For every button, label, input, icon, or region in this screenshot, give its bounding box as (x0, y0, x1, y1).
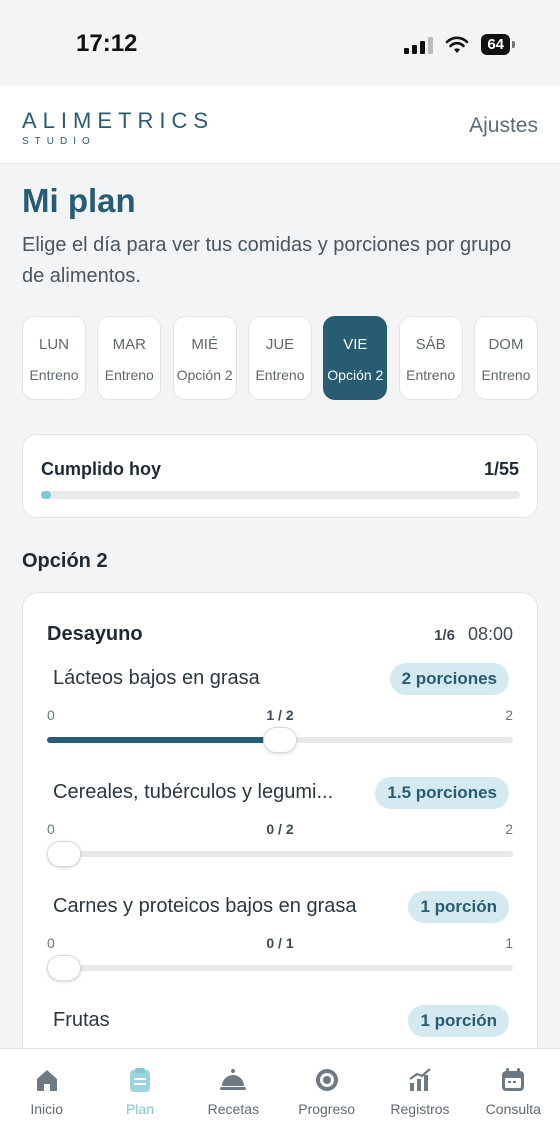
portion-slider[interactable] (47, 841, 513, 867)
home-icon (36, 1070, 57, 1091)
food-group-name: Frutas (53, 1009, 110, 1031)
clipboard-icon (129, 1068, 150, 1092)
tab-label: Recetas (207, 1101, 259, 1117)
day-label: Entreno (29, 367, 79, 383)
brand-logo: ALIMETRICS STUDIO (22, 108, 214, 147)
brand-subtitle: STUDIO (22, 136, 96, 147)
slider-thumb[interactable] (47, 841, 81, 867)
tab-consulta[interactable]: Consulta (467, 1049, 560, 1133)
status-time: 17:12 (76, 30, 138, 57)
day-name: MAR (112, 336, 146, 353)
day-label: Opción 2 (327, 367, 384, 383)
bottom-tab-bar: Inicio Plan Recetas Progreso Registros C… (0, 1048, 560, 1133)
day-label: Entreno (104, 367, 154, 383)
day-label: Opción 2 (176, 367, 233, 383)
tab-progreso[interactable]: Progreso (280, 1049, 373, 1133)
portion-slider[interactable] (47, 727, 513, 753)
day-chip-vie[interactable]: VIE Opción 2 (323, 316, 388, 400)
target-icon (315, 1069, 338, 1091)
app-header: ALIMETRICS STUDIO Ajustes (0, 86, 560, 164)
tab-registros[interactable]: Registros (373, 1049, 466, 1133)
chart-icon (409, 1068, 431, 1091)
food-group-row: Carnes y proteicos bajos en grasa 1 porc… (47, 891, 513, 1009)
portion-badge: 1 porción (408, 1005, 509, 1037)
tab-label: Plan (125, 1101, 154, 1117)
portion-badge: 2 porciones (389, 663, 509, 695)
day-chip-lun[interactable]: LUN Entreno (22, 316, 86, 400)
tab-label: Consulta (485, 1101, 541, 1117)
food-group-row: Cereales, tubérculos y legumi... 1.5 por… (47, 777, 513, 895)
meal-time: 08:00 (467, 624, 513, 644)
day-name: LUN (38, 336, 69, 353)
slider-max-label: 2 (505, 821, 513, 837)
day-name: MIÉ (191, 336, 218, 353)
portion-badge: 1 porción (408, 891, 509, 923)
slider-current-value: 0 / 2 (266, 821, 294, 837)
portion-slider[interactable] (47, 955, 513, 981)
day-chip-sab[interactable]: SÁB Entreno (398, 316, 463, 400)
progress-bar (41, 491, 520, 499)
slider-max-label: 2 (505, 707, 513, 723)
day-selector: LUN Entreno MAR Entreno MIÉ Opción 2 JUE… (22, 316, 538, 400)
day-name: VIE (343, 336, 368, 353)
slider-current-value: 1 / 2 (266, 707, 294, 723)
page-title: Mi plan (22, 182, 136, 219)
progress-count: 1/55 (483, 459, 519, 479)
day-chip-mar[interactable]: MAR Entreno (97, 316, 162, 400)
food-group-name: Lácteos bajos en grasa (53, 667, 260, 689)
food-group-name: Cereales, tubérculos y legumi... (53, 781, 334, 803)
meal-name: Desayuno (47, 623, 143, 645)
slider-max-label: 1 (505, 935, 513, 951)
food-group-name: Carnes y proteicos bajos en grasa (53, 895, 357, 917)
day-label: Entreno (481, 367, 531, 383)
status-bar: 17:12 64 (0, 0, 560, 86)
status-icons: 64 (404, 34, 515, 55)
calendar-icon (502, 1068, 525, 1091)
day-chip-dom[interactable]: DOM Entreno (473, 316, 538, 400)
wifi-icon (446, 36, 469, 53)
battery-icon: 64 (481, 34, 515, 55)
slider-fill (47, 737, 280, 743)
progress-label: Cumplido hoy (41, 459, 161, 479)
day-label: Entreno (406, 367, 456, 383)
day-name: DOM (488, 336, 524, 353)
progress-bar-fill (41, 491, 51, 499)
day-label: Entreno (255, 367, 305, 383)
slider-current-value: 0 / 1 (266, 935, 294, 951)
day-chip-jue[interactable]: JUE Entreno (247, 316, 312, 400)
day-name: JUE (265, 336, 295, 353)
tab-label: Registros (390, 1101, 450, 1117)
cellular-signal-icon (404, 36, 434, 54)
page-subtitle: Elige el día para ver tus comidas y porc… (22, 234, 512, 287)
settings-link[interactable]: Ajustes (469, 114, 538, 138)
tab-label: Progreso (298, 1101, 356, 1117)
cloche-icon (220, 1069, 247, 1090)
day-chip-mie[interactable]: MIÉ Opción 2 (172, 316, 237, 400)
section-title: Opción 2 (22, 550, 108, 572)
brand-name: ALIMETRICS (22, 108, 215, 133)
portion-badge: 1.5 porciones (375, 777, 509, 809)
tab-plan[interactable]: Plan (93, 1049, 186, 1133)
tab-label: Inicio (30, 1101, 63, 1117)
daily-progress-card: Cumplido hoy 1/55 (22, 434, 538, 518)
slider-thumb[interactable] (47, 955, 81, 981)
meal-count: 1/6 (434, 627, 455, 644)
tab-inicio[interactable]: Inicio (0, 1049, 93, 1133)
tab-recetas[interactable]: Recetas (187, 1049, 280, 1133)
slider-thumb[interactable] (263, 727, 297, 753)
day-name: SÁB (415, 336, 446, 353)
food-group-row: Lácteos bajos en grasa 2 porciones 0 1 /… (47, 663, 513, 781)
